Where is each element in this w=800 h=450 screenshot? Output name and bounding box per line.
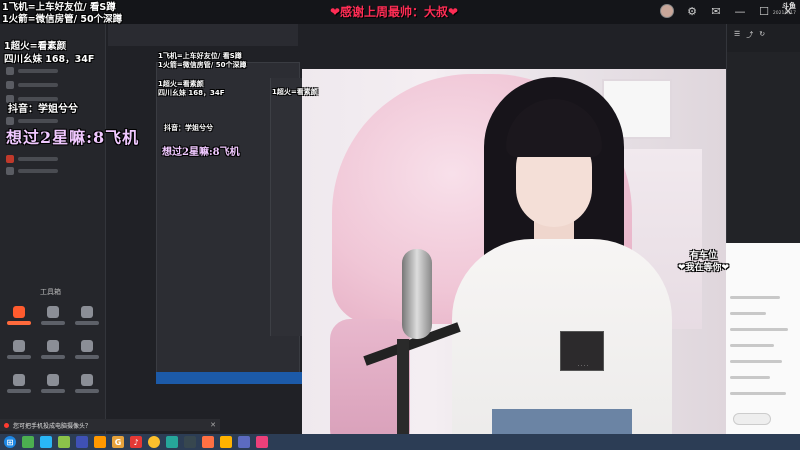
chat-header bbox=[726, 243, 800, 268]
user-avatar-icon[interactable] bbox=[660, 4, 674, 18]
chat-message bbox=[730, 360, 782, 363]
seat-bubble: 有车位 ❤我在等你❤ bbox=[678, 250, 729, 274]
app-icon[interactable] bbox=[22, 436, 34, 448]
tool-button[interactable] bbox=[38, 306, 68, 336]
scene-item[interactable] bbox=[6, 166, 58, 176]
chat-message bbox=[730, 392, 786, 395]
tool-button[interactable] bbox=[38, 340, 68, 370]
overlay-profile: 1超火=看素颜 四川幺妹 168，34F bbox=[4, 40, 94, 66]
nested-overlay-profile-2: 1超火=看素颜 bbox=[272, 88, 318, 97]
nested-overlay-profile: 1超火=看素颜 四川幺妹 168，34F bbox=[158, 80, 225, 98]
gear-icon[interactable]: ⚙ bbox=[686, 5, 698, 18]
nested-overlay-star-goal: 想过2星嘛:8飞机 bbox=[162, 147, 240, 158]
windows-start-icon[interactable]: ⊞ bbox=[4, 436, 16, 448]
tool-button[interactable] bbox=[72, 340, 102, 370]
screen: ❤感谢上周最帅：大叔❤ ⚙ ✉ — ☐ ✕ 工具箱 1飞机=上车好友位/ 看S蹲… bbox=[0, 0, 800, 450]
app-icon[interactable] bbox=[58, 436, 70, 448]
nested-side-panel bbox=[270, 78, 304, 336]
overlay-gift-rules: 1飞机=上车好友位/ 看S蹲 1火箭=微信房管/ 50个深蹲 bbox=[2, 2, 122, 26]
app-icon[interactable] bbox=[202, 436, 214, 448]
close-icon[interactable]: ✕ bbox=[210, 421, 216, 429]
scene-item[interactable] bbox=[6, 154, 58, 164]
scene-item[interactable] bbox=[6, 80, 58, 90]
notice-text: 您可把手机投成电脑摄像头？ bbox=[13, 422, 92, 430]
app-icon[interactable] bbox=[256, 436, 268, 448]
chat-panel bbox=[726, 268, 800, 434]
overlay-line: 1火箭=微信房管/ 50个深蹲 bbox=[2, 14, 123, 25]
tool-icon bbox=[13, 306, 25, 318]
tool-button[interactable] bbox=[72, 306, 102, 336]
overlay-line: 1飞机=上车好友位/ 看S蹲 bbox=[2, 2, 116, 13]
app-icon[interactable] bbox=[166, 436, 178, 448]
nested-taskbar bbox=[156, 372, 304, 384]
scene-icon bbox=[6, 167, 14, 175]
pip-label: · · · · bbox=[577, 364, 588, 369]
list-icon[interactable]: ☰ bbox=[734, 30, 740, 40]
tray-logo: 斗鱼 bbox=[782, 2, 796, 10]
nested-header bbox=[108, 24, 298, 46]
tool-icon bbox=[47, 340, 59, 352]
scene-item[interactable] bbox=[6, 66, 58, 76]
bubble-line: 有车位 bbox=[690, 251, 718, 261]
bubble-line: ❤我在等你❤ bbox=[678, 263, 730, 273]
music-icon[interactable]: ♪ bbox=[130, 436, 142, 448]
overlay-star-goal: 想过2星嘛:8飞机 bbox=[6, 128, 140, 147]
tool-icon bbox=[81, 306, 93, 318]
maximize-icon[interactable]: ☐ bbox=[758, 5, 770, 18]
nested-overlay-gift-rules: 1飞机=上车好友位/ 看S蹲 1火箭=微信房管/ 50个深蹲 bbox=[158, 52, 246, 70]
steam-icon[interactable] bbox=[184, 436, 196, 448]
taskbar: ⊞ G ♪ bbox=[0, 434, 800, 450]
overlay-line: 四川幺妹 168，34F bbox=[158, 89, 225, 97]
notice-bar[interactable]: 您可把手机投成电脑摄像头？ ✕ bbox=[0, 419, 220, 431]
notice-dot-icon bbox=[4, 422, 9, 428]
minimize-icon[interactable]: — bbox=[734, 5, 746, 18]
browser-icon[interactable] bbox=[148, 436, 160, 448]
microphone bbox=[402, 249, 432, 339]
overlay-line: 1超火=看素颜 bbox=[4, 41, 67, 52]
tool-button[interactable] bbox=[4, 306, 34, 336]
folder-icon[interactable] bbox=[94, 436, 106, 448]
tool-icon bbox=[47, 306, 59, 318]
refresh-icon[interactable]: ↻ bbox=[759, 30, 765, 40]
thanks-banner: ❤感谢上周最帅：大叔❤ bbox=[330, 5, 459, 19]
chat-message bbox=[730, 328, 788, 331]
picture-in-picture[interactable]: · · · · bbox=[560, 331, 604, 371]
douyu-icon[interactable]: G bbox=[112, 436, 124, 448]
stream-video[interactable]: · · · · bbox=[302, 69, 726, 450]
app-icon[interactable] bbox=[40, 436, 52, 448]
scene-icon bbox=[6, 155, 14, 163]
overlay-douyin: 抖音：学姐兮兮 bbox=[8, 104, 78, 115]
chat-action-button[interactable] bbox=[733, 413, 771, 425]
tool-button[interactable] bbox=[38, 374, 68, 404]
tray-date: 2021/7/17 bbox=[772, 11, 796, 16]
scene-icon bbox=[6, 67, 14, 75]
right-panel-icons: ☰ ⤴ ↻ bbox=[734, 30, 765, 40]
tool-icon bbox=[47, 374, 59, 386]
chat-message bbox=[730, 312, 766, 315]
overlay-line: 1超火=看素颜 bbox=[272, 88, 318, 96]
scene-icon bbox=[6, 81, 14, 89]
chat-message bbox=[730, 376, 770, 379]
tool-icon bbox=[13, 374, 25, 386]
tool-button[interactable] bbox=[4, 340, 34, 370]
tool-button[interactable] bbox=[72, 374, 102, 404]
folder-icon[interactable] bbox=[220, 436, 232, 448]
app-icon[interactable] bbox=[238, 436, 250, 448]
share-icon[interactable]: ⤴ bbox=[746, 30, 753, 40]
tool-icon bbox=[13, 340, 25, 352]
overlay-line: 四川幺妹 168，34F bbox=[4, 54, 95, 65]
overlay-line: 1火箭=微信房管/ 50个深蹲 bbox=[158, 61, 247, 69]
app-icon[interactable] bbox=[76, 436, 88, 448]
chat-message bbox=[730, 296, 780, 299]
chat-message bbox=[730, 344, 774, 347]
overlay-line: 1飞机=上车好友位/ 看S蹲 bbox=[158, 52, 242, 60]
tool-button[interactable] bbox=[4, 374, 34, 404]
system-tray: 斗鱼 2021/7/17 bbox=[773, 1, 796, 16]
mail-icon[interactable]: ✉ bbox=[710, 5, 722, 18]
tool-icon bbox=[81, 374, 93, 386]
overlay-line: 1超火=看素颜 bbox=[158, 80, 204, 88]
tools-title: 工具箱 bbox=[40, 288, 61, 296]
tool-icon bbox=[81, 340, 93, 352]
nested-overlay-douyin: 抖音：学姐兮兮 bbox=[164, 124, 213, 132]
